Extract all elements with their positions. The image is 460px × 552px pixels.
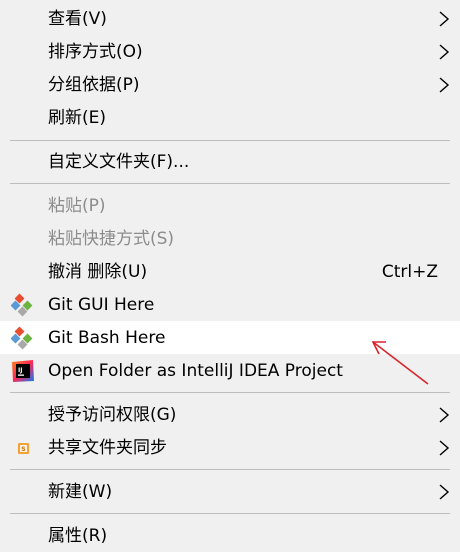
menu-item-new-label: 新建(W) [48,481,113,502]
menu-item-paste-shortcut-label: 粘贴快捷方式(S) [48,228,175,249]
menu-item-paste: 粘贴(P) [0,189,460,222]
menu-item-paste-label: 粘贴(P) [48,195,106,216]
git-icon [11,293,33,316]
menu-item-undo-delete[interactable]: 撤消 删除(U) Ctrl+Z [0,255,460,288]
menu-separator [10,392,450,393]
menu-item-view-label: 查看(V) [48,8,107,29]
svg-text:IJ: IJ [18,367,22,374]
menu-item-git-bash-label: Git Bash Here [48,327,166,348]
menu-item-git-bash[interactable]: Git Bash Here [0,321,460,354]
chevron-right-icon [439,76,450,93]
menu-item-grant-access-label: 授予访问权限(G) [48,404,177,425]
menu-item-group-by[interactable]: 分组依据(P) [0,68,460,101]
menu-separator [10,183,450,184]
menu-item-git-gui-label: Git GUI Here [48,294,155,315]
svg-text:S: S [21,446,25,453]
menu-item-customize-folder[interactable]: 自定义文件夹(F)... [0,145,460,178]
menu-item-refresh[interactable]: 刷新(E) [0,101,460,134]
chevron-right-icon [439,483,450,500]
menu-item-view[interactable]: 查看(V) [0,2,460,35]
share-sync-icon: S [18,442,29,454]
menu-separator [10,140,450,141]
undo-shortcut-hint: Ctrl+Z [381,261,438,282]
menu-item-customize-folder-label: 自定义文件夹(F)... [48,151,190,172]
menu-item-open-intellij[interactable]: IJ Open Folder as IntelliJ IDEA Project [0,354,460,387]
menu-item-sort-by[interactable]: 排序方式(O) [0,35,460,68]
menu-item-properties[interactable]: 属性(R) [0,519,460,552]
menu-separator [10,513,450,514]
menu-item-share-sync-label: 共享文件夹同步 [48,437,167,458]
chevron-right-icon [439,10,450,27]
menu-item-share-sync[interactable]: S 共享文件夹同步 [0,431,460,464]
intellij-icon: IJ [12,359,34,382]
menu-item-undo-delete-label: 撤消 删除(U) [48,261,148,282]
git-icon [11,326,33,349]
context-menu: 查看(V) 排序方式(O) 分组依据(P) 刷新(E) 自定义文件夹(F)...… [0,0,460,550]
chevron-right-icon [439,439,450,456]
menu-item-paste-shortcut: 粘贴快捷方式(S) [0,222,460,255]
chevron-right-icon [439,43,450,60]
menu-item-group-by-label: 分组依据(P) [48,74,140,95]
menu-item-sort-by-label: 排序方式(O) [48,41,143,62]
menu-separator [10,469,450,470]
chevron-right-icon [439,406,450,423]
menu-item-git-gui[interactable]: Git GUI Here [0,288,460,321]
menu-item-new[interactable]: 新建(W) [0,475,460,508]
menu-item-properties-label: 属性(R) [48,525,108,546]
menu-item-refresh-label: 刷新(E) [48,107,107,128]
menu-item-grant-access[interactable]: 授予访问权限(G) [0,398,460,431]
menu-item-open-intellij-label: Open Folder as IntelliJ IDEA Project [48,360,343,381]
